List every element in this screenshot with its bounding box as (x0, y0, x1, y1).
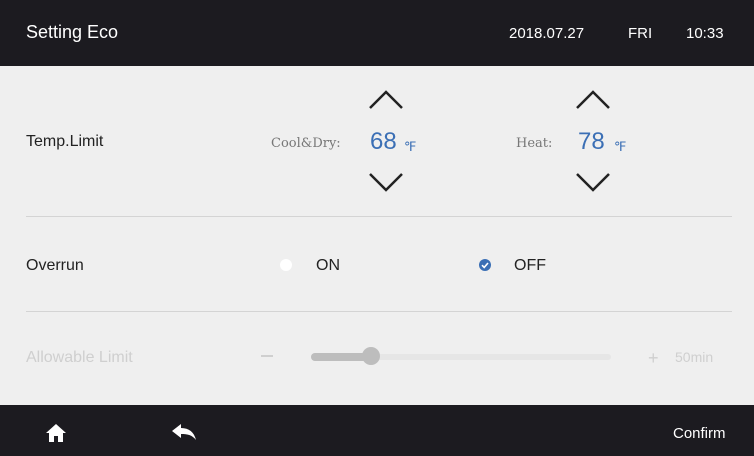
chevron-down-icon (369, 173, 403, 192)
date-display: 2018.07.27 (509, 25, 585, 42)
chevron-down-icon (576, 173, 610, 192)
allowable-limit-label: Allowable Limit (26, 349, 133, 366)
day-display: FRI (628, 25, 653, 42)
heat-decrease-button[interactable] (573, 168, 613, 196)
top-bar: Setting Eco 2018.07.27 FRI 10:33 (0, 0, 754, 66)
heat-label: Heat: (516, 136, 553, 151)
allowable-limit-value: 50min (675, 349, 714, 365)
overrun-off-radio[interactable] (479, 259, 491, 271)
slider-thumb[interactable] (362, 347, 380, 365)
divider (26, 216, 732, 217)
cool-dry-increase-button[interactable] (366, 86, 406, 114)
time-display: 10:33 (686, 25, 724, 42)
overrun-label: Overrun (26, 257, 84, 274)
cool-dry-decrease-button[interactable] (366, 168, 406, 196)
temp-limit-label: Temp.Limit (26, 133, 104, 150)
minus-icon[interactable] (261, 355, 273, 357)
chevron-up-icon (369, 90, 403, 109)
plus-icon[interactable]: + (648, 348, 659, 369)
heat-value: 78 (578, 128, 605, 155)
cool-dry-value: 68 (370, 128, 397, 155)
cool-dry-label: Cool&Dry: (271, 136, 341, 151)
overrun-on-radio[interactable] (280, 259, 292, 271)
eco-settings-screen: Setting Eco 2018.07.27 FRI 10:33 Temp.Li… (0, 0, 754, 456)
heat-unit: ℉ (614, 139, 627, 154)
confirm-button[interactable]: Confirm (673, 425, 726, 442)
overrun-off-label[interactable]: OFF (514, 257, 546, 275)
overrun-on-label[interactable]: ON (316, 257, 340, 275)
chevron-up-icon (576, 90, 610, 109)
check-icon (481, 262, 489, 269)
page-title: Setting Eco (26, 22, 119, 42)
back-arrow-icon[interactable] (171, 423, 197, 443)
divider (26, 311, 732, 312)
heat-increase-button[interactable] (573, 86, 613, 114)
bottom-bar: Confirm (0, 405, 754, 456)
cool-dry-unit: ℉ (404, 139, 417, 154)
home-icon[interactable] (45, 423, 67, 443)
